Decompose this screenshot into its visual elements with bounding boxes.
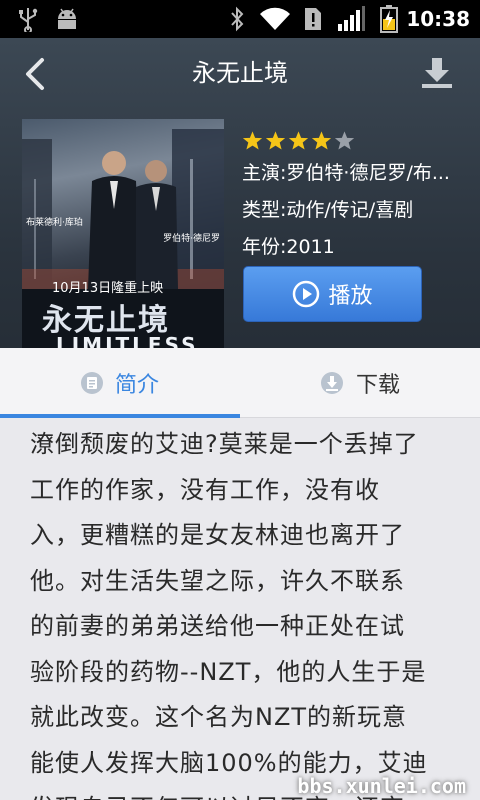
synopsis-line: 潦倒颓废的艾迪?莫莱是一个丢掉了 <box>30 430 419 458</box>
star-filled-icon <box>288 131 309 150</box>
movie-poster[interactable]: 布莱德利·库珀 罗伯特·德尼罗 10月13日隆重上映 永无止境 LIMITLES… <box>22 119 224 348</box>
poster-name-left: 布莱德利·库珀 <box>26 218 83 228</box>
download-circle-icon <box>320 372 343 394</box>
synopsis-text: 潦倒颓废的艾迪?莫莱是一个丢掉了 工作的作家，没有工作，没有收 入，更糟糕的是女友林… <box>30 422 458 800</box>
notification-icon <box>302 0 324 38</box>
usb-icon <box>14 0 42 38</box>
download-button[interactable] <box>420 56 454 90</box>
wifi-icon <box>258 0 292 38</box>
play-label: 播放 <box>328 284 373 309</box>
movie-header: 永无止境 布莱德利·库珀 罗伯特·德尼罗 10月13日隆重上映 永无止境 LIM… <box>0 38 480 348</box>
android-debug-icon <box>52 0 82 38</box>
status-time: 10:38 <box>406 7 470 31</box>
genre-text: 类型:动作/传记/喜剧 <box>242 199 414 221</box>
bluetooth-icon <box>226 0 248 38</box>
status-bar: 10:38 <box>0 0 480 38</box>
poster-name-right: 罗伯特·德尼罗 <box>163 234 220 244</box>
signal-icon <box>336 0 366 38</box>
synopsis-line: 验阶段的药物--NZT，他的人生于是 <box>30 657 427 686</box>
tab-download[interactable]: 下载 <box>240 348 480 418</box>
title-bar: 永无止境 <box>0 38 480 108</box>
tab-intro[interactable]: 简介 <box>0 348 240 418</box>
tab-bar: 简介 下载 <box>0 348 480 418</box>
star-filled-icon <box>242 131 263 150</box>
star-filled-icon <box>265 131 286 150</box>
synopsis-line: 的前妻的弟弟送给他一种正处在试 <box>30 612 405 640</box>
document-icon <box>80 372 103 394</box>
battery-charging-icon <box>378 0 400 38</box>
page-title: 永无止境 <box>192 59 288 87</box>
synopsis-line: 他。对生活失望之际，许久不联系 <box>30 566 405 595</box>
tab-intro-label: 简介 <box>114 373 159 398</box>
watermark: bbs.xunlei.com <box>297 774 466 798</box>
synopsis-panel[interactable]: 潦倒颓废的艾迪?莫莱是一个丢掉了 工作的作家，没有工作，没有收 入，更糟糕的是女友林… <box>0 418 480 800</box>
cast-text: 主演:罗伯特·德尼罗/布... <box>242 162 450 184</box>
tab-download-label: 下载 <box>355 373 400 398</box>
star-filled-icon <box>311 131 332 150</box>
year-text: 年份:2011 <box>242 236 335 258</box>
star-rating <box>242 130 355 152</box>
play-icon <box>293 280 320 308</box>
synopsis-line: 工作的作家，没有工作，没有收 <box>30 475 380 504</box>
synopsis-line: 就此改变。这个名为NZT的新玩意 <box>30 703 408 731</box>
download-icon <box>422 58 452 88</box>
synopsis-line: 入，更糟糕的是女友林迪也离开了 <box>30 521 405 549</box>
poster-release: 10月13日隆重上映 <box>52 281 164 296</box>
star-empty-icon <box>334 131 355 150</box>
poster-title-en: LIMITLESS <box>56 333 199 348</box>
play-button[interactable]: 播放 <box>243 266 422 322</box>
